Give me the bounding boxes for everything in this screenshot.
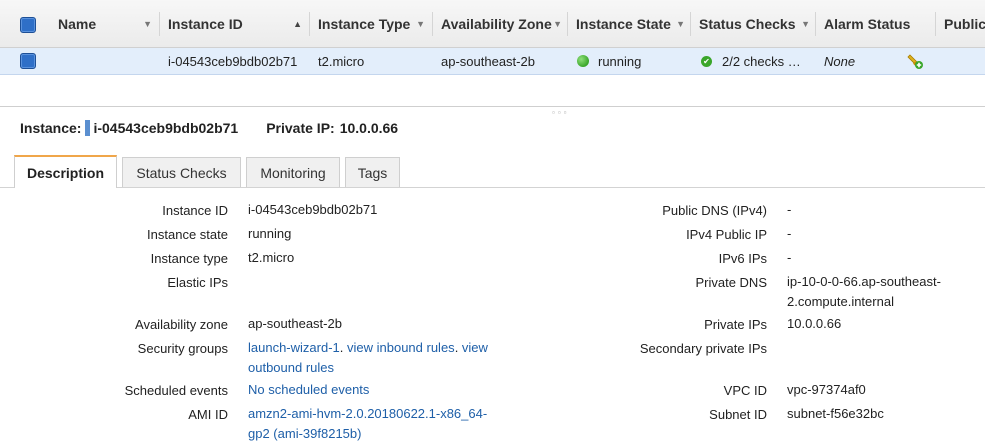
label-private-ips: Private IPs — [704, 317, 767, 332]
column-label: Instance State — [576, 15, 671, 32]
column-header-alarm-status[interactable]: Alarm Status — [816, 0, 936, 47]
label-instance-state: Instance state — [147, 227, 228, 242]
column-label: Availability Zone — [441, 15, 552, 32]
column-header-status-checks[interactable]: Status Checks ▼ — [691, 0, 816, 47]
sort-up-icon[interactable]: ▲ — [293, 19, 302, 29]
resize-handle-icon[interactable]: ▫▫▫ — [552, 108, 570, 117]
view-outbound-rules-link-cont[interactable]: outbound rules — [248, 360, 334, 375]
tab-tags[interactable]: Tags — [345, 157, 400, 187]
column-header-public[interactable]: Public — [936, 0, 985, 47]
private-ip-value: 10.0.0.66 — [339, 120, 399, 136]
cell-availability-zone: ap-southeast-2b — [441, 53, 535, 69]
value-scheduled-events[interactable]: No scheduled events — [248, 380, 369, 400]
column-label: Status Checks — [699, 15, 796, 32]
view-outbound-rules-link[interactable]: view — [462, 340, 488, 355]
sort-down-icon[interactable]: ▼ — [416, 19, 425, 29]
cell-instance-id: i-04543ceb9bdb02b71 — [168, 53, 298, 69]
label-ipv4-public-ip: IPv4 Public IP — [686, 227, 767, 242]
security-group-link[interactable]: launch-wizard-1 — [248, 340, 340, 355]
cell-instance-state: running — [577, 48, 641, 74]
instance-state-text: running — [598, 53, 642, 69]
value-instance-type: t2.micro — [248, 250, 295, 265]
check-passed-icon: ✔ — [701, 55, 712, 67]
tabs-baseline — [0, 187, 985, 188]
value-subnet-id: subnet-f56e32bc — [787, 406, 884, 421]
column-label: Public — [944, 15, 985, 32]
column-header-instance-state[interactable]: Instance State ▼ — [568, 0, 691, 47]
sort-down-icon[interactable]: ▼ — [676, 19, 685, 29]
column-header-availability-zone[interactable]: Availability Zone ▼ — [433, 0, 568, 47]
label-private-dns: Private DNS — [695, 275, 767, 290]
label-security-groups: Security groups — [137, 341, 228, 356]
label-elastic-ips: Elastic IPs — [167, 275, 228, 290]
value-ipv4-public-ip: - — [787, 226, 792, 241]
running-status-icon — [577, 55, 589, 67]
row-checkbox[interactable] — [20, 53, 36, 69]
label-secondary-private-ips: Secondary private IPs — [639, 341, 767, 356]
label-ami-id: AMI ID — [188, 407, 228, 422]
tab-monitoring[interactable]: Monitoring — [246, 157, 340, 187]
value-ipv6-ips: - — [787, 250, 792, 265]
create-alarm-icon[interactable] — [906, 48, 924, 74]
cell-instance-type: t2.micro — [318, 53, 365, 69]
value-private-dns: ip-10-0-0-66.ap-southeast- 2.compute.int… — [787, 274, 941, 309]
column-header-instance-id[interactable]: Instance ID ▲ — [160, 0, 310, 47]
label-scheduled-events: Scheduled events — [124, 383, 228, 398]
label-public-dns: Public DNS (IPv4) — [662, 203, 767, 218]
tab-status-checks[interactable]: Status Checks — [122, 157, 241, 187]
sort-down-icon[interactable]: ▼ — [143, 19, 152, 29]
cell-status-checks: ✔ 2/2 checks … — [701, 48, 801, 74]
private-ip-label: Private IP: — [266, 120, 335, 136]
label-instance-id: Instance ID — [162, 203, 228, 218]
label-vpc-id: VPC ID — [723, 383, 767, 398]
column-label: Alarm Status — [824, 15, 911, 32]
value-availability-zone: ap-southeast-2b — [248, 316, 342, 331]
sort-down-icon[interactable]: ▼ — [801, 19, 810, 29]
value-private-ips: 10.0.0.66 — [787, 316, 842, 331]
instance-marker-icon — [85, 120, 91, 136]
pane-divider[interactable] — [0, 106, 985, 107]
table-row[interactable]: i-04543ceb9bdb02b71 t2.micro ap-southeas… — [0, 48, 985, 75]
value-security-groups: launch-wizard-1. view inbound rules. vie… — [248, 340, 488, 375]
value-vpc-id: vpc-97374af0 — [787, 382, 866, 397]
value-instance-id: i-04543ceb9bdb02b71 — [248, 202, 378, 217]
sort-down-icon[interactable]: ▼ — [553, 19, 562, 29]
value-public-dns: - — [787, 202, 792, 217]
column-label: Name — [58, 15, 97, 32]
label-subnet-id: Subnet ID — [709, 407, 767, 422]
label-instance-type: Instance type — [150, 251, 228, 266]
label-availability-zone: Availability zone — [135, 317, 228, 332]
column-header-instance-type[interactable]: Instance Type ▼ — [310, 0, 433, 47]
select-all-checkbox[interactable] — [20, 17, 36, 33]
tab-description[interactable]: Description — [14, 155, 117, 188]
column-label: Instance ID — [168, 15, 243, 32]
cell-alarm-status: None — [824, 53, 856, 69]
status-checks-text: 2/2 checks … — [722, 53, 801, 69]
value-ami-id[interactable]: amzn2-ami-hvm-2.0.20180622.1-x86_64- gp2… — [248, 404, 487, 444]
label-ipv6-ips: IPv6 IPs — [718, 251, 767, 266]
instance-id-value: i-04543ceb9bdb02b71 — [93, 120, 239, 136]
value-instance-state: running — [248, 226, 292, 241]
view-inbound-rules-link[interactable]: view inbound rules — [347, 340, 455, 355]
instance-label: Instance: — [20, 120, 82, 136]
instances-grid-header: Name ▼ Instance ID ▲ Instance Type ▼ Ava… — [0, 0, 985, 48]
instance-summary-header: Instance: i-04543ceb9bdb02b71 Private IP… — [20, 119, 398, 137]
column-label: Instance Type — [318, 15, 411, 32]
column-header-name[interactable]: Name ▼ — [50, 0, 160, 47]
